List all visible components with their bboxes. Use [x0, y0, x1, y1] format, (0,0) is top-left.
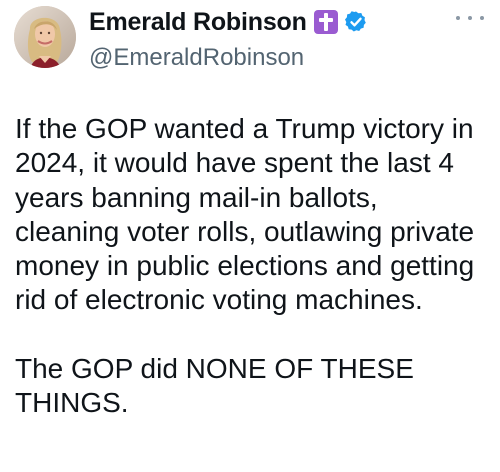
tweet-text-line: If the GOP wanted a Trump victory in [15, 113, 474, 144]
tweet-text-line: years banning mail-in ballots, [15, 181, 378, 213]
tweet-text-line: THINGS. [15, 387, 129, 419]
more-dot-icon [468, 16, 472, 20]
tweet-text-line: rid of electronic voting machines. [15, 284, 423, 316]
tweet-text-line: 2024, it would have spent the last 4 [15, 147, 454, 179]
author-avatar[interactable] [14, 6, 76, 68]
tweet-text-line: The GOP did NONE OF THESE [15, 353, 414, 385]
more-dot-icon [456, 16, 460, 20]
author-name-row: Emerald Robinson [89, 5, 368, 39]
purple-cross-icon [313, 10, 338, 34]
verified-checkmark-icon [344, 11, 366, 32]
tweet-text: If the GOP wanted a Trump victory in 202… [15, 112, 493, 421]
tweet-text-line: money in public elections and getting [15, 250, 475, 282]
tweet-card: Emerald Robinson @EmeraldRobinson If the… [0, 0, 500, 472]
profile-avatar-image [14, 6, 76, 68]
paragraph-break [15, 318, 493, 352]
author-handle[interactable]: @EmeraldRobinson [89, 44, 304, 72]
author-display-name[interactable]: Emerald Robinson [89, 8, 307, 37]
tweet-text-line: cleaning voter rolls, outlawing private [15, 215, 475, 247]
more-options-icon[interactable] [456, 10, 484, 26]
more-dot-icon [480, 16, 484, 20]
